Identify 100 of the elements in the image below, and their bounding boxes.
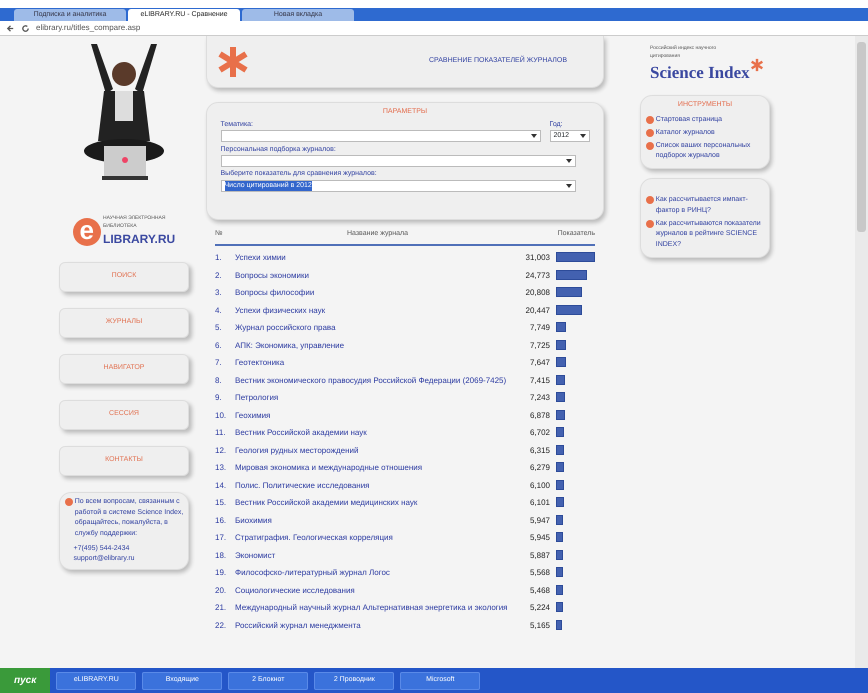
logo-letter: e [72,218,101,246]
logo-name: LIBRARY.RU [103,231,176,248]
journal-link[interactable]: Геология рудных месторождений [235,444,520,456]
value-text: 7,647 [528,357,550,369]
row-number: 1. [215,252,223,264]
bullet-icon [646,142,654,150]
value-bar [556,252,595,262]
row-number: 17. [215,532,228,544]
value-bar [556,322,566,332]
value-bar [556,480,564,490]
value-text: 7,243 [528,392,550,404]
value-text: 7,749 [528,322,550,334]
value-text: 20,808 [524,287,550,299]
row-number: 16. [215,514,228,526]
value-bar [556,410,565,420]
journal-link[interactable]: Вопросы экономики [235,270,520,282]
value-bar [556,584,563,594]
bullet-icon [646,196,654,204]
value-bar [556,497,564,507]
value-text: 5,224 [528,602,550,614]
row-number: 6. [215,340,223,352]
value-text: 6,878 [528,410,550,422]
value-text: 5,165 [528,620,550,632]
asterisk-icon [216,44,250,78]
reload-icon[interactable] [21,24,30,32]
start-button[interactable]: пуск [0,668,50,693]
journal-link[interactable]: Геохимия [235,410,520,422]
row-number: 18. [215,550,228,562]
value-bar [556,427,564,437]
bullet-icon [646,128,654,137]
value-text: 5,947 [528,514,550,526]
journal-link[interactable]: АПК: Экономика, управление [235,340,520,352]
value-bar [556,514,564,524]
value-bar [556,602,563,612]
value-text: 5,568 [528,567,550,579]
journal-link[interactable]: Стратиграфия. Геологическая корреляция [235,532,520,544]
bullet-icon [64,498,72,506]
journal-link[interactable]: Международный научный журнал Альтернативная энергетика и экология [235,602,520,614]
row-number: 8. [215,374,223,386]
row-number: 11. [215,427,227,439]
journal-link[interactable]: Петрология [235,392,520,404]
journal-link[interactable]: Успехи физических наук [235,304,520,316]
journal-link[interactable]: Журнал российского права [235,322,520,334]
journal-link[interactable]: Вестник Российской академии наук [235,427,520,439]
value-text: 31,003 [524,252,550,264]
value-bar [556,287,582,297]
journal-link[interactable]: Геотектоника [235,357,520,369]
row-number: 5. [215,322,223,334]
journal-link[interactable]: Экономист [235,550,520,562]
row-number: 12. [215,444,228,456]
bullet-icon [646,220,654,228]
value-text: 5,468 [528,584,550,596]
journal-link[interactable]: Успехи химии [235,252,520,264]
scrollbar-thumb[interactable] [857,42,866,232]
collection-select[interactable] [220,155,576,167]
value-text: 6,702 [528,427,550,439]
row-number: 4. [215,304,223,316]
value-bar [556,462,564,472]
address-bar[interactable]: elibrary.ru/titles_compare.asp [36,22,140,34]
row-number: 22. [215,620,228,632]
journal-link[interactable]: Полис. Политические исследования [235,480,520,492]
value-text: 20,447 [524,304,550,316]
value-bar [556,444,564,454]
row-number: 13. [215,462,228,474]
value-bar [556,374,566,384]
dropdown-icon [530,134,536,138]
journal-link[interactable]: Философско-литературный журнал Логос [235,567,520,579]
row-number: 10. [215,410,228,422]
bullet-icon [646,116,654,124]
row-number: 15. [215,497,228,509]
row-number: 14. [215,480,228,492]
value-text: 5,887 [528,550,550,562]
row-number: 2. [215,270,223,282]
asterisk-icon [750,58,764,72]
dropdown-icon [566,184,572,188]
value-bar [556,340,566,350]
value-bar [556,620,562,630]
journal-link[interactable]: Российский журнал менеджмента [235,620,520,632]
value-bar [556,392,566,402]
value-bar [556,357,566,367]
value-bar [556,532,564,542]
dropdown-icon [580,134,586,138]
journal-link[interactable]: Вопросы философии [235,287,520,299]
value-text: 6,315 [528,444,550,456]
value-text: 24,773 [524,270,550,282]
value-text: 5,945 [528,532,550,544]
row-number: 19. [215,567,228,579]
journal-link[interactable]: Вестник Российской академии медицинских наук [235,497,520,509]
value-text: 6,101 [528,497,550,509]
value-text: 6,279 [528,462,550,474]
dropdown-icon [566,159,572,163]
topic-select[interactable] [220,130,540,142]
journal-link[interactable]: Социологические исследования [235,584,520,596]
journal-link[interactable]: Биохимия [235,514,520,526]
back-icon[interactable] [6,24,15,32]
value-text: 7,415 [528,374,550,386]
journal-link[interactable]: Мировая экономика и международные отношения [235,462,520,474]
journal-link[interactable]: Вестник экономического правосудия Российской Федерации (2069-7425) [235,374,520,386]
value-text: 7,725 [528,340,550,352]
value-bar [556,550,564,560]
